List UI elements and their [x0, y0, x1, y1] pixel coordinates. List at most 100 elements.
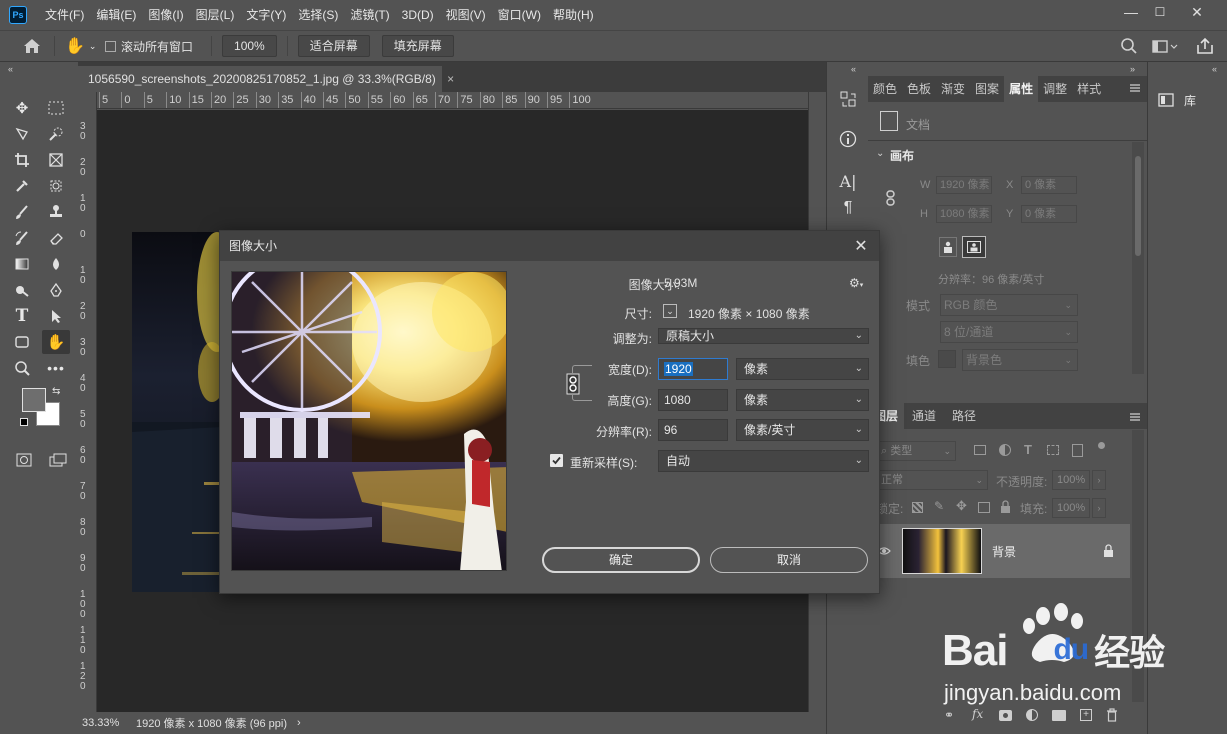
resolution-input[interactable]: 96 [658, 419, 728, 441]
status-menu-arrow-icon[interactable]: › [297, 717, 301, 729]
eyedropper-tool-icon[interactable] [8, 174, 36, 198]
workspace-icon[interactable] [1152, 39, 1178, 55]
menu-view[interactable]: 视图(V) [440, 0, 492, 30]
hand-tool-icon[interactable]: ✋ ⌄ [65, 34, 101, 58]
close-button[interactable]: ✕ [1180, 0, 1214, 24]
link-layers-icon[interactable]: ⚭ [944, 708, 954, 722]
menu-3d[interactable]: 3D(D) [396, 0, 440, 30]
lasso-tool-icon[interactable] [8, 122, 36, 146]
document-tab-close-icon[interactable]: × [447, 72, 454, 86]
layer-row[interactable]: 背景 [868, 524, 1130, 578]
stamp-tool-icon[interactable] [42, 200, 70, 224]
history-brush-tool-icon[interactable] [8, 226, 36, 250]
menu-help[interactable]: 帮助(H) [547, 0, 600, 30]
dodge-tool-icon[interactable] [8, 278, 36, 302]
panel-menu-icon[interactable] [1129, 411, 1141, 425]
gradient-tool-icon[interactable] [8, 252, 36, 276]
properties-scrollbar[interactable] [1132, 142, 1144, 374]
collapse-arrows-icon[interactable]: « [1212, 64, 1217, 74]
dimensions-chevron-icon[interactable]: ⌄ [663, 304, 677, 318]
swap-colors-icon[interactable]: ⇆ [52, 386, 60, 397]
dialog-title-bar[interactable]: 图像大小 [220, 231, 879, 261]
screen-mode-icon[interactable] [44, 448, 72, 472]
menu-edit[interactable]: 编辑(E) [90, 0, 142, 30]
tab-swatches[interactable]: 色板 [902, 76, 936, 102]
add-mask-icon[interactable] [999, 710, 1012, 721]
menu-layer[interactable]: 图层(L) [190, 0, 241, 30]
width-unit-select[interactable]: 像素 ⌄ [736, 358, 869, 380]
collapse-arrows-icon[interactable]: « [851, 64, 856, 74]
zoom-100-button[interactable]: 100% [222, 35, 277, 57]
zoom-level[interactable]: 33.33% [82, 717, 132, 729]
marquee-tool-icon[interactable] [42, 96, 70, 120]
character-panel-icon[interactable]: A| [836, 170, 860, 192]
resample-select[interactable]: 自动 ⌄ [658, 450, 869, 472]
delete-layer-icon[interactable] [1106, 708, 1118, 725]
brush-tool-icon[interactable] [8, 200, 36, 224]
tab-patterns[interactable]: 图案 [970, 76, 1004, 102]
eraser-tool-icon[interactable] [42, 226, 70, 250]
canvas-section-title[interactable]: 画布 [890, 147, 914, 164]
info-panel-icon[interactable] [836, 128, 860, 150]
menu-file[interactable]: 文件(F) [39, 0, 90, 30]
rectangle-tool-icon[interactable] [8, 330, 36, 354]
menu-type[interactable]: 文字(Y) [240, 0, 292, 30]
tab-color[interactable]: 颜色 [868, 76, 902, 102]
tab-adjustments[interactable]: 调整 [1038, 76, 1072, 102]
blur-tool-icon[interactable] [42, 252, 70, 276]
more-tools-icon[interactable]: ••• [42, 356, 70, 380]
tab-paths[interactable]: 路径 [944, 403, 984, 429]
menu-window[interactable]: 窗口(W) [492, 0, 547, 30]
hand-tool-icon[interactable]: ✋ [42, 330, 70, 354]
portrait-orientation-icon[interactable] [939, 237, 957, 257]
landscape-orientation-icon[interactable] [962, 236, 986, 258]
cancel-button[interactable]: 取消 [710, 547, 868, 573]
frame-tool-icon[interactable] [42, 148, 70, 172]
height-input[interactable]: 1080 [658, 389, 728, 411]
gear-icon[interactable]: ⚙▾ [849, 276, 863, 290]
document-image[interactable] [132, 232, 222, 592]
library-panel-button[interactable]: 库 [1158, 88, 1224, 112]
resample-checkbox[interactable] [550, 454, 563, 467]
quick-mask-icon[interactable] [10, 448, 38, 472]
width-input[interactable]: 1920 [658, 358, 728, 380]
scroll-all-checkbox[interactable] [105, 40, 116, 52]
collapse-arrows-icon[interactable]: » [1130, 64, 1135, 74]
search-icon[interactable] [1120, 37, 1140, 57]
menu-filter[interactable]: 滤镜(T) [344, 0, 395, 30]
layer-name[interactable]: 背景 [992, 543, 1016, 560]
chevron-down-icon[interactable]: ⌄ [876, 148, 884, 159]
maximize-button[interactable]: ☐ [1143, 0, 1177, 24]
collapse-arrows-icon[interactable]: « [8, 64, 13, 74]
new-group-icon[interactable] [1052, 710, 1066, 721]
fit-to-select[interactable]: 原稿大小 ⌄ [658, 328, 869, 344]
history-panel-icon[interactable] [836, 88, 860, 110]
fill-screen-button[interactable]: 填充屏幕 [381, 35, 454, 57]
height-unit-select[interactable]: 像素 ⌄ [736, 389, 869, 411]
pen-tool-icon[interactable] [42, 278, 70, 302]
tab-styles[interactable]: 样式 [1072, 76, 1106, 102]
tab-properties[interactable]: 属性 [1004, 76, 1039, 102]
tab-gradients[interactable]: 渐变 [936, 76, 970, 102]
paragraph-panel-icon[interactable]: ¶ [836, 197, 860, 219]
3d-material-tool-icon[interactable] [42, 174, 70, 198]
menu-select[interactable]: 选择(S) [292, 0, 344, 30]
path-select-tool-icon[interactable] [42, 304, 70, 328]
home-icon[interactable] [20, 34, 44, 58]
new-layer-icon[interactable]: + [1080, 709, 1092, 721]
menu-image[interactable]: 图像(I) [142, 0, 189, 30]
panel-menu-icon[interactable] [1129, 82, 1141, 96]
adjustment-layer-icon[interactable] [1026, 709, 1038, 721]
move-tool-icon[interactable]: ✥ [8, 96, 36, 120]
resolution-unit-select[interactable]: 像素/英寸 ⌄ [736, 419, 869, 441]
zoom-tool-icon[interactable] [8, 356, 36, 380]
crop-tool-icon[interactable] [8, 148, 36, 172]
foreground-color-swatch[interactable] [22, 388, 46, 412]
dialog-close-icon[interactable]: ✕ [849, 234, 873, 258]
share-icon[interactable] [1196, 37, 1216, 57]
document-tab[interactable]: 1056590_screenshots_20200825170852_1.jpg… [78, 66, 454, 92]
type-tool-icon[interactable]: T [8, 304, 36, 328]
fit-screen-button[interactable]: 适合屏幕 [297, 35, 370, 57]
quick-select-tool-icon[interactable] [42, 122, 70, 146]
image-preview[interactable] [231, 271, 507, 571]
